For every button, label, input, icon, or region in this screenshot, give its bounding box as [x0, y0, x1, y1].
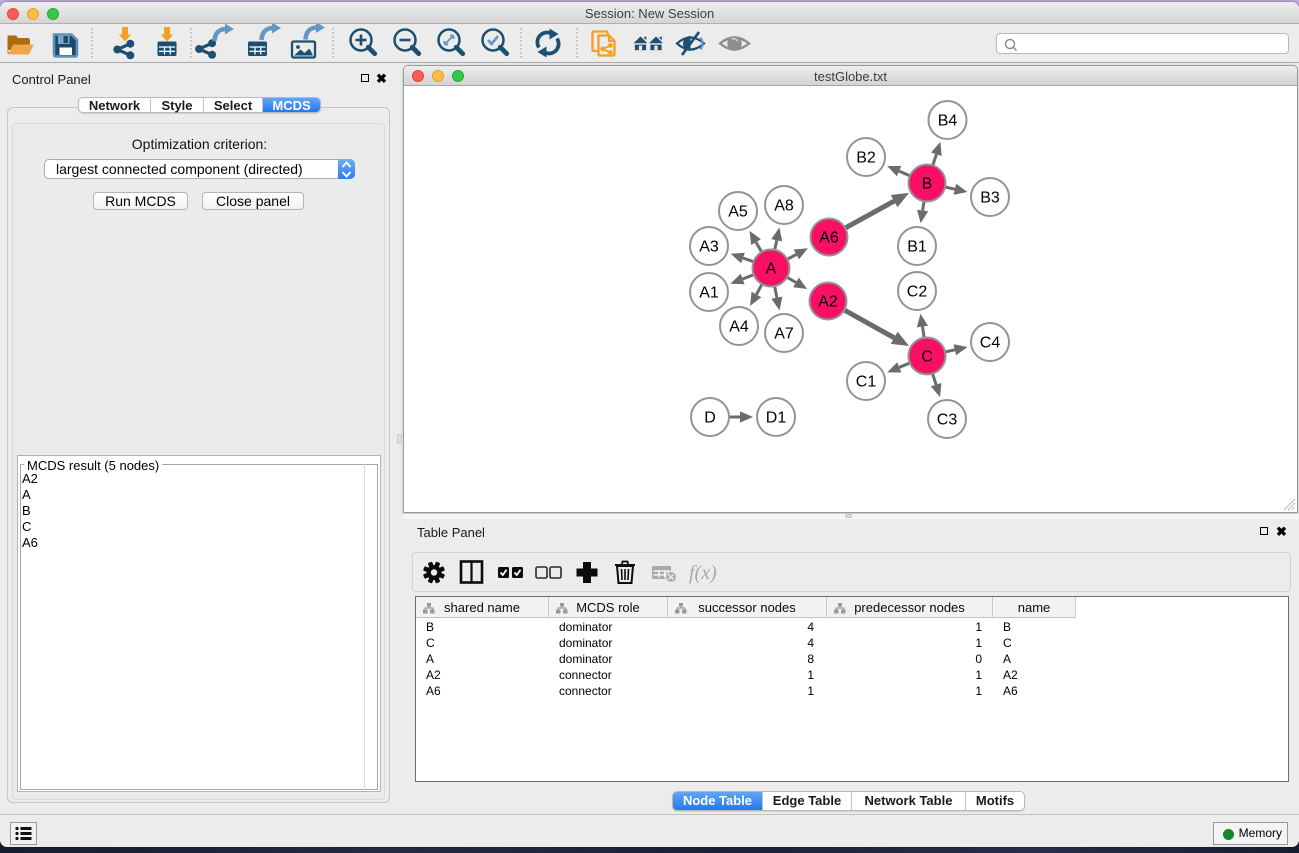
svg-text:C2: C2: [907, 284, 928, 301]
svg-text:f(x): f(x): [689, 562, 717, 584]
svg-text:C4: C4: [980, 335, 1001, 352]
svg-text:B2: B2: [856, 150, 876, 167]
svg-text:A3: A3: [699, 239, 719, 256]
svg-text:A7: A7: [774, 326, 794, 343]
svg-text:A1: A1: [699, 285, 719, 302]
svg-text:D: D: [704, 410, 716, 427]
svg-text:A2: A2: [818, 294, 838, 311]
svg-text:A6: A6: [819, 230, 839, 247]
svg-text:B4: B4: [938, 113, 958, 130]
svg-text:A5: A5: [728, 204, 748, 221]
svg-text:A: A: [766, 261, 777, 278]
svg-text:D1: D1: [766, 410, 787, 427]
svg-text:C3: C3: [937, 412, 958, 429]
svg-text:B1: B1: [907, 239, 927, 256]
svg-text:B3: B3: [980, 190, 1000, 207]
svg-text:A4: A4: [729, 319, 749, 336]
svg-text:C: C: [921, 349, 933, 366]
svg-text:B: B: [922, 176, 933, 193]
svg-text:C1: C1: [856, 374, 877, 391]
svg-text:A8: A8: [774, 198, 794, 215]
